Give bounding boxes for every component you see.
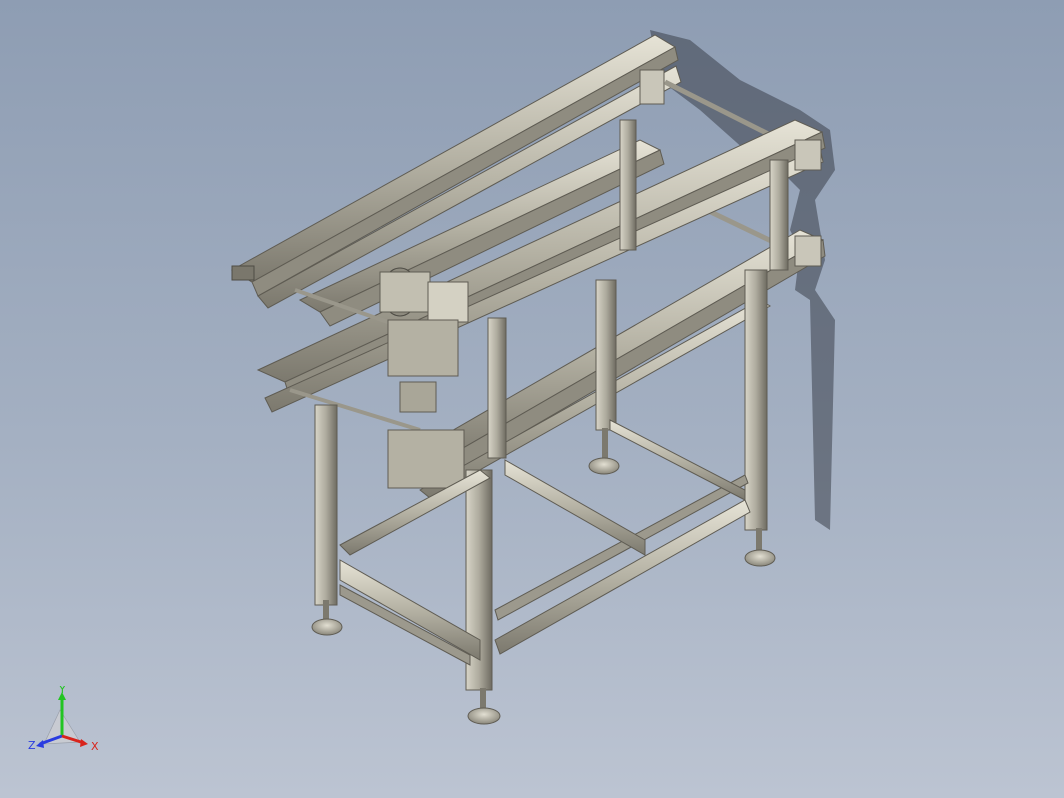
z-axis-arrow-icon bbox=[36, 740, 44, 748]
y-axis-label: Y bbox=[58, 686, 66, 696]
z-axis-label: Z bbox=[28, 739, 36, 752]
x-axis-arrow-icon bbox=[80, 739, 88, 747]
x-axis-label: X bbox=[91, 740, 99, 753]
cad-3d-viewport[interactable]: Y Z X bbox=[0, 0, 1064, 798]
drive-motors bbox=[379, 267, 469, 489]
conveyor-frame-model[interactable] bbox=[0, 0, 1064, 798]
axis-triad-icon[interactable]: Y Z X bbox=[28, 686, 102, 754]
